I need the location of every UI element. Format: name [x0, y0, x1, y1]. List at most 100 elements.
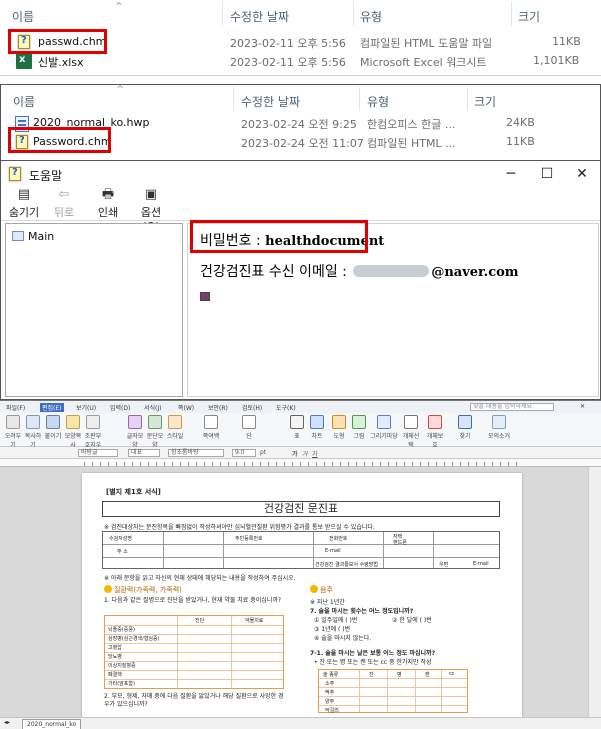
chart-button[interactable]: 차트 — [306, 415, 328, 440]
ruler-tick — [492, 462, 493, 466]
ruler-tick — [108, 462, 109, 466]
char-shape-button[interactable]: 글자모양 — [124, 415, 146, 449]
ruler-tick — [228, 462, 229, 466]
menu-item[interactable]: 서식(J) — [144, 403, 162, 412]
copy-button[interactable]: 복사하기 — [22, 415, 44, 449]
options-icon: ▣ — [144, 187, 158, 202]
ruler-tick — [436, 462, 437, 466]
style-select[interactable]: 바탕글 — [78, 449, 118, 457]
menu-item[interactable]: 검토(H) — [242, 403, 262, 412]
mock-erase-button[interactable]: 모의소거 — [484, 415, 514, 440]
column-button[interactable]: 단 — [238, 415, 260, 440]
margin-button[interactable]: 쪽여백 — [200, 415, 222, 440]
excel-file-icon: x — [16, 53, 32, 69]
find-button[interactable]: 찾기 — [454, 415, 476, 440]
question-7-sub: ※ 지난 1년간 — [310, 599, 345, 606]
ruler-tick — [356, 462, 357, 466]
cut-button[interactable]: 오려두기 — [2, 415, 24, 449]
column-modified[interactable]: 수정한 날짜 — [241, 93, 300, 110]
ruler-tick — [284, 462, 285, 466]
highlight-box — [8, 127, 111, 153]
column-type[interactable]: 유형 — [367, 93, 389, 110]
ruler-tick — [132, 462, 133, 466]
hide-button[interactable]: ▤ 숨기기 — [7, 187, 41, 220]
ruler-tick — [116, 462, 117, 466]
help-window: ? 도움말 ─ ☐ ✕ ▤ 숨기기 ⇦ 뒤로 🖶 옵션(O) 인쇄 ▣ 옵션(O… — [0, 160, 601, 400]
ruler-tick — [300, 462, 301, 466]
ruler-tick — [172, 462, 173, 466]
ruler-tick — [252, 462, 253, 466]
table-button[interactable]: 표 — [286, 415, 308, 440]
ruler-tick — [476, 462, 477, 466]
para-shape-button[interactable]: 문단모양 — [144, 415, 166, 449]
menu-item[interactable]: 보안(R) — [208, 403, 228, 412]
vertical-scrollbar[interactable] — [588, 467, 601, 717]
q7-option: ③ 1년에 ( )번 — [314, 626, 351, 633]
column-type[interactable]: 유형 — [360, 8, 382, 25]
maximize-icon[interactable]: ☐ — [529, 163, 565, 185]
nav-item-main[interactable]: Main — [12, 230, 54, 243]
applicant-info-table: 수검자성명 주민등록번호 전화번호 자택 핸드폰 주 소 E-mail 건강검진… — [102, 531, 500, 569]
column-size[interactable]: 크기 — [518, 8, 540, 25]
font-name-select[interactable]: 함초롬바탕 — [168, 449, 224, 457]
column-size[interactable]: 크기 — [474, 93, 496, 110]
ruler-tick — [420, 462, 421, 466]
ruler-tick — [260, 462, 261, 466]
style-button[interactable]: 스타일 — [164, 415, 186, 440]
drawing-gallery-button[interactable]: 그리기마당 — [370, 415, 398, 440]
search-input[interactable]: 찾을 내용을 입력하세요 — [470, 403, 554, 411]
section-drinking: 음주 — [310, 585, 333, 595]
font-face-select[interactable]: 대표 — [128, 449, 160, 457]
object-protect-button[interactable]: 개체보호 — [424, 415, 446, 449]
menu-item[interactable]: 보기(U) — [76, 403, 96, 412]
ruler-tick — [124, 462, 125, 466]
italic-icon[interactable]: 가 — [302, 449, 308, 458]
ruler-tick — [388, 462, 389, 466]
font-size-input[interactable]: 9.0 — [232, 449, 256, 457]
file-type: 한컴오피스 한글 ... — [367, 118, 456, 131]
ruler-tick — [196, 462, 197, 466]
section-disease-history: 질환력(가족력, 가족력) — [104, 585, 182, 595]
document-tab[interactable]: 2020_normal_ko — [22, 719, 82, 729]
column-name[interactable]: 이름 — [12, 8, 34, 25]
close-icon[interactable]: ✕ — [580, 403, 585, 410]
column-modified[interactable]: 수정한 날짜 — [230, 8, 289, 25]
q7-option: ① 일주일에 ( )번 — [314, 617, 358, 624]
print-button[interactable]: 🖶 옵션(O) 인쇄 — [93, 187, 123, 220]
bold-icon[interactable]: 가 — [292, 449, 298, 458]
underline-icon[interactable]: 가 — [312, 449, 318, 458]
menu-item[interactable]: 편집(E) — [40, 403, 64, 412]
ruler-tick — [428, 462, 429, 466]
explorer-bottom-panel: 이름 ⌃ 수정한 날짜 유형 크기 2020_normal_ko.hwp 202… — [0, 83, 601, 160]
paste-button[interactable]: 붙이기 — [42, 415, 64, 440]
ruler-tick — [268, 462, 269, 466]
ruler-tick — [500, 462, 501, 466]
file-name: 신발.xlsx — [38, 56, 84, 69]
close-icon[interactable]: ✕ — [564, 163, 600, 185]
ruler-tick — [444, 462, 445, 466]
object-select-button[interactable]: 개체선택 — [400, 415, 422, 449]
minimize-icon[interactable]: ─ — [493, 163, 529, 185]
section-bullet-icon — [310, 585, 318, 593]
ruler-tick — [244, 462, 245, 466]
file-type: Microsoft Excel 워크시트 — [360, 56, 487, 69]
ruler-tick — [220, 462, 221, 466]
file-size: 11KB — [552, 35, 581, 48]
column-name[interactable]: 이름 — [13, 93, 35, 110]
file-row[interactable]: x 신발.xlsx 2023-02-11 오후 5:56 Microsoft E… — [0, 51, 601, 71]
menu-item[interactable]: 입력(D) — [110, 403, 130, 412]
menu-item[interactable]: 파일(F) — [6, 403, 25, 412]
shape-button[interactable]: 도형 — [328, 415, 350, 440]
menu-bar: 파일(F) 편집(E) 보기(U) 입력(D) 서식(J) 쪽(W) 보안(R)… — [0, 401, 601, 413]
question-7: 7. 술을 마시는 횟수는 어느 정도입니까? — [310, 608, 414, 615]
ruler-tick — [156, 462, 157, 466]
back-button[interactable]: ⇦ 뒤로 — [49, 187, 79, 220]
ruler-tick — [412, 462, 413, 466]
tab-scroll-icon[interactable]: ◂▸ — [4, 719, 10, 726]
alcohol-table: 술 종류 잔 병 캔 cc 소주 맥주 양주 막걸리 — [318, 669, 468, 714]
menu-item[interactable]: 쪽(W) — [178, 403, 194, 412]
document-title: 건강검진 문진표 — [102, 501, 500, 517]
menu-item[interactable]: 도구(K) — [276, 403, 296, 412]
format-painter-button[interactable]: 모양복사 — [62, 415, 84, 449]
picture-button[interactable]: 그림 — [348, 415, 370, 440]
